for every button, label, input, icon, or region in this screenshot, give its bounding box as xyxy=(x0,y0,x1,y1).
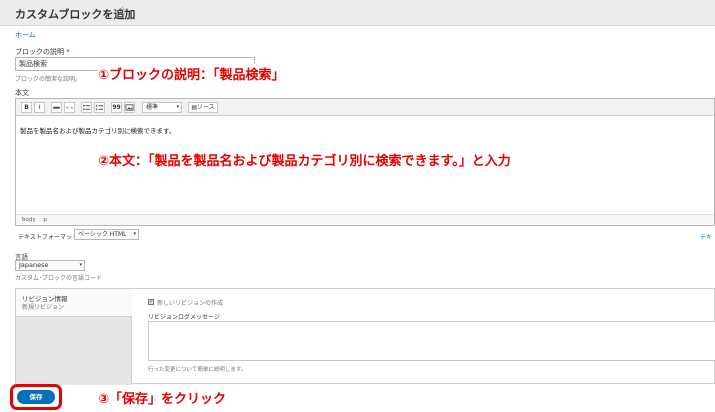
editor-content[interactable]: 製品を製品名および製品カテゴリ別に検索できます。 xyxy=(20,125,175,135)
new-revision-checkbox[interactable]: ✓ xyxy=(148,299,154,305)
revision-log-textarea[interactable] xyxy=(148,321,715,361)
description-help: ブロックの簡潔な説明。 xyxy=(15,76,82,83)
bold-button[interactable]: B xyxy=(21,102,32,113)
revision-tab[interactable]: リビジョン情報 新規リビジョン xyxy=(16,289,132,317)
revision-tab-column: リビジョン情報 新規リビジョン xyxy=(16,289,132,385)
format-value: 標準 xyxy=(146,104,159,111)
text-format-help-link[interactable]: テキ xyxy=(700,232,712,241)
language-help: カスタム･ブロックの言語コード xyxy=(15,275,103,282)
revision-panel: リビジョン情報 新規リビジョン ✓ 新しいリビジョンの作成 リビジョンログメッセ… xyxy=(15,288,715,385)
source-label: ソース xyxy=(196,104,215,111)
image-icon[interactable] xyxy=(124,102,135,113)
numbered-list-icon[interactable] xyxy=(94,102,105,113)
title-bar: カスタムブロックを追加 ☆ xyxy=(0,0,715,26)
editor-toolbar: B I 99 標準 ▾ ▤ソース xyxy=(16,99,714,116)
link-icon[interactable] xyxy=(51,102,62,113)
format-dropdown[interactable]: 標準 ▾ xyxy=(142,102,182,113)
unlink-icon[interactable] xyxy=(64,102,75,113)
path-body[interactable]: body xyxy=(22,217,36,223)
text-format-value: ベーシック HTML xyxy=(78,231,127,238)
description-label: ブロックの説明 * xyxy=(15,47,70,57)
text-format-select[interactable]: ベーシック HTML ▾ xyxy=(74,229,139,240)
bulleted-list-icon[interactable] xyxy=(81,102,92,113)
language-value: Japanese xyxy=(19,261,49,269)
annotation-step3: ③「保存」をクリック xyxy=(98,388,227,407)
italic-button[interactable]: I xyxy=(34,102,45,113)
body-label: 本文 xyxy=(15,89,29,97)
language-select[interactable]: Japanese ▾ xyxy=(15,260,85,271)
editor-statusbar: body p xyxy=(16,214,714,225)
revision-log-help: 行った変更について簡単に説明します。 xyxy=(148,367,247,373)
chevron-down-icon: ▾ xyxy=(133,231,136,237)
revision-log-label: リビジョンログメッセージ xyxy=(148,314,220,321)
source-button[interactable]: ▤ソース xyxy=(188,102,218,113)
path-p[interactable]: p xyxy=(43,217,47,223)
star-outline-icon[interactable]: ☆ xyxy=(117,4,128,18)
breadcrumb-home[interactable]: ホーム xyxy=(15,30,36,40)
save-button[interactable]: 保存 xyxy=(17,390,55,404)
required-mark: * xyxy=(66,48,70,56)
annotation-step2: ②本文：「製品を製品名および製品カテゴリ別に検索できます。」と入力 xyxy=(98,150,511,169)
annotation-step1: ①ブロックの説明：「製品検索」 xyxy=(98,64,285,83)
blockquote-button[interactable]: 99 xyxy=(111,102,122,113)
new-revision-label: 新しいリビジョンの作成 xyxy=(157,300,224,307)
text-format-label: テキストフォーマット xyxy=(18,234,78,241)
chevron-down-icon: ▾ xyxy=(79,262,82,268)
description-label-text: ブロックの説明 xyxy=(15,48,64,56)
chevron-down-icon: ▾ xyxy=(176,104,179,110)
revision-tab-summary: 新規リビジョン xyxy=(22,304,65,311)
